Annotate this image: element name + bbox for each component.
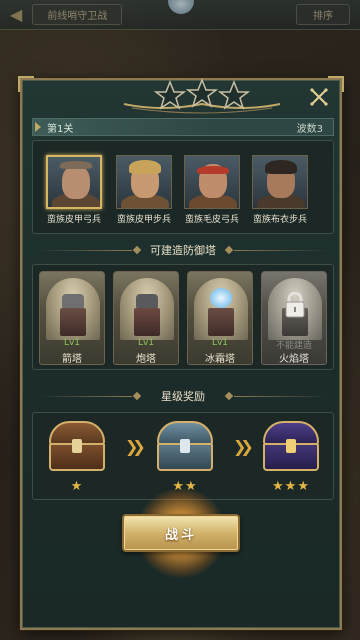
tower-card-fire[interactable]: 不能建造 火焰塔 [261,271,327,365]
reward-stars: ★★ [172,479,198,494]
towers-section-title: 可建造防御塔 [150,244,216,257]
silver-chest-icon[interactable] [155,419,215,475]
towers-section-header: 可建造防御塔 [32,242,334,258]
tower-card-frost[interactable]: Lv1 冰霜塔 [187,271,253,365]
tower-level: Lv1 [137,338,155,348]
stage-label: 第1关 [47,123,74,135]
back-arrow-icon[interactable]: ◀ [10,5,22,24]
enemy-card[interactable]: 蛮族皮甲弓兵 [45,155,103,225]
tower-name: 冰霜塔 [205,354,235,365]
tower-name: 炮塔 [136,354,156,365]
stars-header [123,78,281,114]
star-empty-icon [217,79,251,110]
tower-list: Lv1 箭塔 Lv1 炮塔 Lv1 冰霜塔 不能建造 火焰塔 [32,264,334,370]
enemy-name: 蛮族皮甲步兵 [116,215,171,225]
star-empty-icon [153,79,187,110]
frost-tower-icon [210,288,232,308]
enemy-name: 蛮族皮甲弓兵 [46,215,101,225]
rewards-section-header: 星级奖励 [32,388,334,404]
enemy-portrait [184,155,240,209]
enemy-name: 蛮族毛皮弓兵 [184,215,239,225]
lock-icon [285,292,305,318]
enemy-portrait [252,155,308,209]
fight-button[interactable]: 战斗 [122,514,240,552]
tower-level: Lv1 [211,338,229,348]
enemy-card[interactable]: 蛮族布衣步兵 [251,155,309,225]
tower-card-cannon[interactable]: Lv1 炮塔 [113,271,179,365]
close-icon [310,88,328,106]
sort-button[interactable]: 排序 [296,4,350,25]
enemy-list: 蛮族皮甲弓兵 蛮族皮甲步兵 蛮族毛皮弓兵 蛮族布衣步兵 [32,140,334,234]
enemy-portrait [116,155,172,209]
fight-button-label: 战斗 [164,527,197,543]
enemy-card[interactable]: 蛮族毛皮弓兵 [183,155,241,225]
tower-name: 火焰塔 [279,354,309,365]
chevron-right-icon: ❯❯ [233,437,254,456]
enemy-portrait [46,155,102,209]
reward-stars: ★★★ [272,479,310,494]
tower-level: Lv1 [63,338,81,348]
top-bar-title: 前线哨守卫战 [32,4,123,25]
star-empty-icon [185,78,219,108]
stage-bar: 第1关 波数3 [32,118,334,136]
wave-count: 波数3 [296,123,323,135]
tower-name: 箭塔 [62,354,82,365]
close-button[interactable] [308,86,330,108]
rewards-section-title: 星级奖励 [161,390,205,403]
enemy-name: 蛮族布衣步兵 [252,215,307,225]
star-rewards: ★ ❯❯ ★★ ❯❯ ★★★ [32,412,334,500]
stage-info-panel: 第1关 波数3 蛮族皮甲弓兵 蛮族皮甲步兵 蛮族毛皮弓兵 蛮族布衣步兵 可建造防… [18,76,344,630]
tower-card-arrow[interactable]: Lv1 箭塔 [39,271,105,365]
enemy-card[interactable]: 蛮族皮甲步兵 [115,155,173,225]
reward-stars: ★ [70,479,84,494]
chevron-right-icon: ❯❯ [125,437,146,456]
bronze-chest-icon[interactable] [47,419,107,475]
royal-chest-icon[interactable] [261,419,321,475]
